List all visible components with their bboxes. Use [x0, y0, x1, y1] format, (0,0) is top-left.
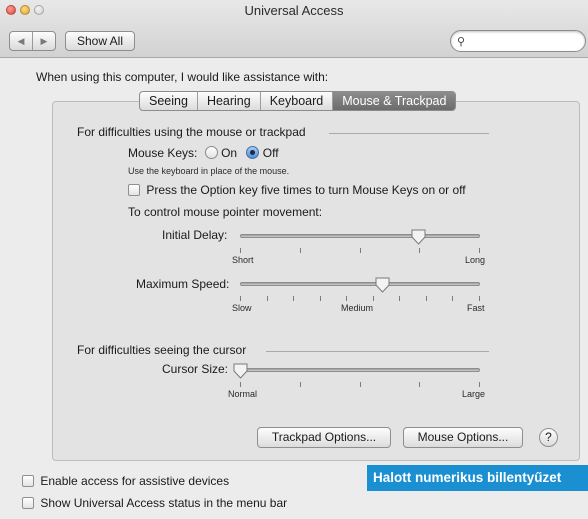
group-divider	[266, 351, 489, 352]
mouse-keys-help-text: Use the keyboard in place of the mouse.	[128, 166, 290, 176]
mouse-keys-off-radio[interactable]	[246, 146, 260, 159]
slider-tick	[399, 296, 400, 301]
option-key-label[interactable]: Press the Option key five times to turn …	[146, 183, 465, 197]
maximum-speed-min-label: Slow	[232, 303, 252, 313]
option-key-checkbox[interactable]	[128, 184, 140, 196]
trackpad-options-button[interactable]: Trackpad Options...	[257, 427, 391, 448]
caption-banner: Halott numerikus billentyűzet	[367, 465, 588, 491]
tab-keyboard[interactable]: Keyboard	[259, 92, 333, 110]
assistance-prompt: When using this computer, I would like a…	[36, 70, 329, 84]
maximum-speed-mid-label: Medium	[341, 303, 374, 313]
slider-thumb[interactable]	[233, 363, 248, 379]
tab-bar: Seeing Hearing Keyboard Mouse & Trackpad	[139, 91, 457, 111]
window-titlebar: Universal Access ◀ ▶ Show All ⚲	[0, 0, 588, 58]
option-key-row[interactable]: Press the Option key five times to turn …	[128, 183, 466, 197]
mouse-keys-off-label[interactable]: Off	[263, 146, 279, 160]
slider-tick	[346, 296, 347, 301]
slider-thumb[interactable]	[411, 229, 426, 245]
initial-delay-slider[interactable]	[240, 229, 480, 253]
initial-delay-min-label: Short	[232, 255, 254, 265]
tab-seeing[interactable]: Seeing	[140, 92, 197, 110]
assistive-devices-checkbox[interactable]	[22, 475, 34, 487]
forward-arrow-icon[interactable]: ▶	[32, 32, 55, 50]
slider-tick	[426, 296, 427, 301]
help-button[interactable]: ?	[539, 428, 558, 447]
tab-mouse-trackpad[interactable]: Mouse & Trackpad	[332, 92, 456, 110]
slider-tick	[452, 296, 453, 301]
slider-tick	[267, 296, 268, 301]
back-arrow-icon[interactable]: ◀	[10, 32, 32, 50]
slider-thumb[interactable]	[375, 277, 390, 293]
slider-tick	[240, 296, 241, 301]
cursor-group-title: For difficulties seeing the cursor	[77, 343, 247, 357]
mouse-keys-label: Mouse Keys:	[128, 146, 198, 160]
initial-delay-label: Initial Delay:	[162, 228, 228, 242]
search-field[interactable]: ⚲	[450, 30, 586, 52]
slider-tick	[419, 382, 420, 387]
tab-hearing[interactable]: Hearing	[196, 92, 260, 110]
slider-tick	[479, 382, 480, 387]
assistive-devices-row[interactable]: Enable access for assistive devices	[22, 474, 229, 488]
mouse-keys-row: Mouse Keys: On Off	[128, 146, 279, 160]
cursor-size-max-label: Large	[462, 389, 486, 399]
slider-tick	[360, 382, 361, 387]
show-all-button[interactable]: Show All	[65, 31, 135, 51]
search-icon: ⚲	[457, 36, 466, 48]
slider-tick	[419, 248, 420, 253]
slider-tick	[293, 296, 294, 301]
group-divider	[329, 133, 489, 134]
mouse-options-button[interactable]: Mouse Options...	[403, 427, 523, 448]
slider-track	[240, 282, 480, 286]
slider-tick	[240, 248, 241, 253]
mouse-keys-on-radio[interactable]	[204, 146, 218, 159]
cursor-size-min-label: Normal	[228, 389, 258, 399]
slider-tick	[300, 248, 301, 253]
back-forward-control: ◀ ▶	[9, 31, 56, 51]
slider-tick	[479, 248, 480, 253]
cursor-size-label: Cursor Size:	[162, 362, 229, 376]
slider-track	[240, 234, 480, 238]
slider-tick	[360, 248, 361, 253]
mouse-group-title: For difficulties using the mouse or trac…	[77, 125, 306, 139]
slider-tick	[479, 296, 480, 301]
slider-tick	[320, 296, 321, 301]
cursor-size-slider[interactable]	[233, 363, 480, 387]
search-input[interactable]	[471, 33, 581, 49]
pointer-movement-heading: To control mouse pointer movement:	[128, 205, 323, 219]
slider-tick	[373, 296, 374, 301]
status-menu-label[interactable]: Show Universal Access status in the menu…	[40, 496, 287, 510]
status-menu-checkbox[interactable]	[22, 497, 34, 509]
maximum-speed-label: Maximum Speed:	[136, 277, 230, 291]
maximum-speed-max-label: Fast	[467, 303, 485, 313]
window-title: Universal Access	[244, 3, 344, 18]
status-menu-row[interactable]: Show Universal Access status in the menu…	[22, 496, 287, 510]
assistive-devices-label[interactable]: Enable access for assistive devices	[40, 474, 229, 488]
maximum-speed-slider[interactable]	[240, 277, 480, 301]
slider-tick	[240, 382, 241, 387]
mouse-keys-on-label[interactable]: On	[221, 146, 237, 160]
initial-delay-max-label: Long	[465, 255, 486, 265]
slider-track	[240, 368, 480, 372]
slider-tick	[300, 382, 301, 387]
